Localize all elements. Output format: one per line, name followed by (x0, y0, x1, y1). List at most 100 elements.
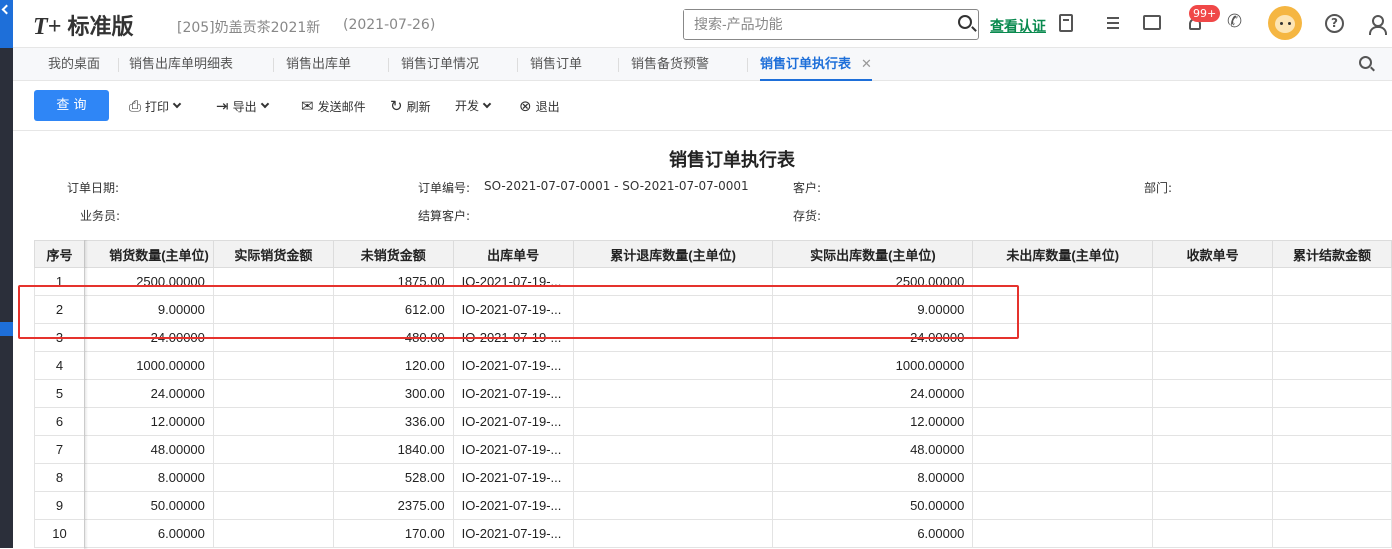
tab-sales-order-execution[interactable]: 销售订单执行表 ✕ (760, 48, 872, 81)
table-row[interactable]: 2 9.00000 612.00 IO-2021-07-19-... 9.00000 (34, 295, 1392, 324)
cell-actual-out-qty[interactable]: 2500.00000 (772, 267, 974, 296)
tab-divider (747, 58, 748, 72)
tab-sales-outbound-detail[interactable]: 销售出库单明细表 (129, 48, 233, 81)
table-row[interactable]: 1 2500.00000 1875.00 IO-2021-07-19-... 2500.… (34, 267, 1392, 296)
table-row[interactable]: 3 24.00000 480.00 IO-2021-07-19-... 24.00000 (34, 323, 1392, 352)
cell-outbound-no[interactable]: IO-2021-07-19-... (452, 491, 574, 520)
cell-actual-out-qty[interactable]: 9.00000 (772, 295, 974, 324)
tab-sales-stock-alert[interactable]: 销售备货预警 (631, 48, 709, 81)
table-row[interactable]: 6 12.00000 336.00 IO-2021-07-19-... 12.00000 (34, 407, 1392, 436)
logo-text: 标准版 (67, 14, 134, 39)
cell-outbound-no[interactable]: IO-2021-07-19-... (452, 323, 574, 352)
cell-actual-out-qty[interactable]: 6.00000 (772, 519, 974, 548)
report-area: 销售订单执行表 订单日期: 订单编号: SO-2021-07-07-0001 -… (13, 131, 1392, 549)
table-row[interactable]: 10 6.00000 170.00 IO-2021-07-19-... 6.00000 (34, 519, 1392, 548)
cell-actual-out-qty[interactable]: 48.00000 (772, 435, 974, 464)
task-list-icon[interactable] (1101, 12, 1123, 34)
tab-sales-outbound[interactable]: 销售出库单 (286, 48, 351, 81)
col-header[interactable]: 序号 (34, 240, 85, 268)
exit-icon: ⊗ (519, 97, 532, 115)
tab-search-icon[interactable] (1359, 56, 1372, 69)
send-email-button[interactable]: ✉ 发送邮件 (301, 97, 366, 115)
verify-link[interactable]: 查看认证 (990, 16, 1046, 36)
top-header: T+ 标准版 [205]奶盖贡茶2021新 (2021-07-26) 查看认证 … (13, 0, 1392, 48)
calculator-icon[interactable] (1059, 14, 1073, 32)
cell-outbound-no[interactable]: IO-2021-07-19-... (452, 379, 574, 408)
cell-actual-out-qty[interactable]: 24.00000 (772, 379, 974, 408)
col-header[interactable]: 实际出库数量(主单位) (772, 240, 974, 268)
cell-outbound-no[interactable]: IO-2021-07-19-... (452, 407, 574, 436)
app-logo[interactable]: T+ 标准版 (33, 9, 133, 41)
chevron-down-icon (172, 99, 182, 109)
order-date-label: 订单日期: (67, 181, 120, 195)
cell-returned-qty (572, 323, 774, 352)
cell-actual-out-qty[interactable]: 50.00000 (772, 491, 974, 520)
cell-actual-out-qty[interactable]: 1000.00000 (772, 351, 974, 380)
refresh-button[interactable]: ↻ 刷新 (390, 97, 431, 115)
cell-returned-qty (572, 519, 774, 548)
cell-outbound-no[interactable]: IO-2021-07-19-... (452, 295, 574, 324)
tab-sales-order[interactable]: 销售订单 (530, 48, 582, 81)
export-button[interactable]: ⇥ 导出 (216, 97, 269, 115)
cell-actual-amount (212, 407, 334, 436)
query-button[interactable]: 查 询 (34, 90, 109, 121)
execution-table: 序号 销货数量(主单位) 实际销货金额 未销货金额 出库单号 累计退库数量(主单… (34, 240, 1392, 548)
col-header[interactable]: 出库单号 (452, 240, 574, 268)
table-row[interactable]: 7 48.00000 1840.00 IO-2021-07-19-... 48.0000… (34, 435, 1392, 464)
cell-outbound-no[interactable]: IO-2021-07-19-... (452, 267, 574, 296)
tab-sales-order-status[interactable]: 销售订单情况 (401, 48, 479, 81)
email-label: 发送邮件 (317, 99, 366, 114)
search-icon[interactable] (958, 15, 972, 29)
avatar[interactable] (1268, 6, 1302, 40)
col-header[interactable]: 收款单号 (1152, 240, 1273, 268)
cell-sales-qty: 50.00000 (83, 491, 214, 520)
cell-sales-qty: 1000.00000 (83, 351, 214, 380)
table-row[interactable]: 4 1000.00000 120.00 IO-2021-07-19-... 1000.0… (34, 351, 1392, 380)
cell-actual-out-qty[interactable]: 8.00000 (772, 463, 974, 492)
tab-label: 销售订单执行表 (760, 57, 852, 72)
export-label: 导出 (232, 99, 257, 114)
cell-actual-out-qty[interactable]: 12.00000 (772, 407, 974, 436)
col-header[interactable]: 累计退库数量(主单位) (572, 240, 774, 268)
cell-outbound-no[interactable]: IO-2021-07-19-... (452, 463, 574, 492)
col-header[interactable]: 实际销货金额 (212, 240, 334, 268)
cell-actual-out-qty[interactable]: 24.00000 (772, 323, 974, 352)
table-row[interactable]: 9 50.00000 2375.00 IO-2021-07-19-... 50.0000… (34, 491, 1392, 520)
col-header[interactable]: 销货数量(主单位) (83, 240, 214, 268)
col-header[interactable]: 累计结款金额 (1272, 240, 1392, 268)
cell-sales-qty: 12.00000 (83, 407, 214, 436)
cell-sales-qty: 2500.00000 (83, 267, 214, 296)
tab-desktop[interactable]: 我的桌面 (48, 48, 100, 81)
print-label: 打印 (145, 99, 170, 114)
cell-returned-qty (572, 295, 774, 324)
cell-actual-amount (212, 491, 334, 520)
cell-outbound-no[interactable]: IO-2021-07-19-... (452, 519, 574, 548)
user-icon[interactable] (1367, 12, 1389, 35)
develop-button[interactable]: 开发 (455, 97, 492, 114)
cell-receipt-no (1152, 295, 1273, 324)
search-input[interactable] (684, 10, 934, 38)
col-header[interactable]: 未出库数量(主单位) (972, 240, 1154, 268)
help-icon[interactable]: ? (1325, 14, 1344, 33)
export-icon: ⇥ (216, 97, 229, 115)
table-row[interactable]: 5 24.00000 300.00 IO-2021-07-19-... 24.00000 (34, 379, 1392, 408)
cell-returned-qty (572, 267, 774, 296)
close-icon[interactable]: ✕ (861, 57, 872, 72)
col-header[interactable]: 未销货金额 (332, 240, 454, 268)
cell-outbound-no[interactable]: IO-2021-07-19-... (452, 351, 574, 380)
cell-receipt-no (1152, 267, 1273, 296)
cell-sales-qty: 48.00000 (83, 435, 214, 464)
cell-actual-amount (212, 519, 334, 548)
cell-outbound-no[interactable]: IO-2021-07-19-... (452, 435, 574, 464)
table-row[interactable]: 8 8.00000 528.00 IO-2021-07-19-... 8.00000 (34, 463, 1392, 492)
refresh-label: 刷新 (406, 99, 431, 114)
cell-actual-amount (212, 323, 334, 352)
cell-receipt-no (1152, 351, 1273, 380)
print-button[interactable]: ⎙ 打印 (129, 97, 182, 115)
cell-unsold-amount: 528.00 (332, 463, 454, 492)
exit-button[interactable]: ⊗ 退出 (519, 97, 560, 115)
phone-icon[interactable]: ✆ (1227, 11, 1249, 33)
cell-sales-qty: 6.00000 (83, 519, 214, 548)
tab-divider (273, 58, 274, 72)
message-icon[interactable] (1143, 15, 1161, 30)
